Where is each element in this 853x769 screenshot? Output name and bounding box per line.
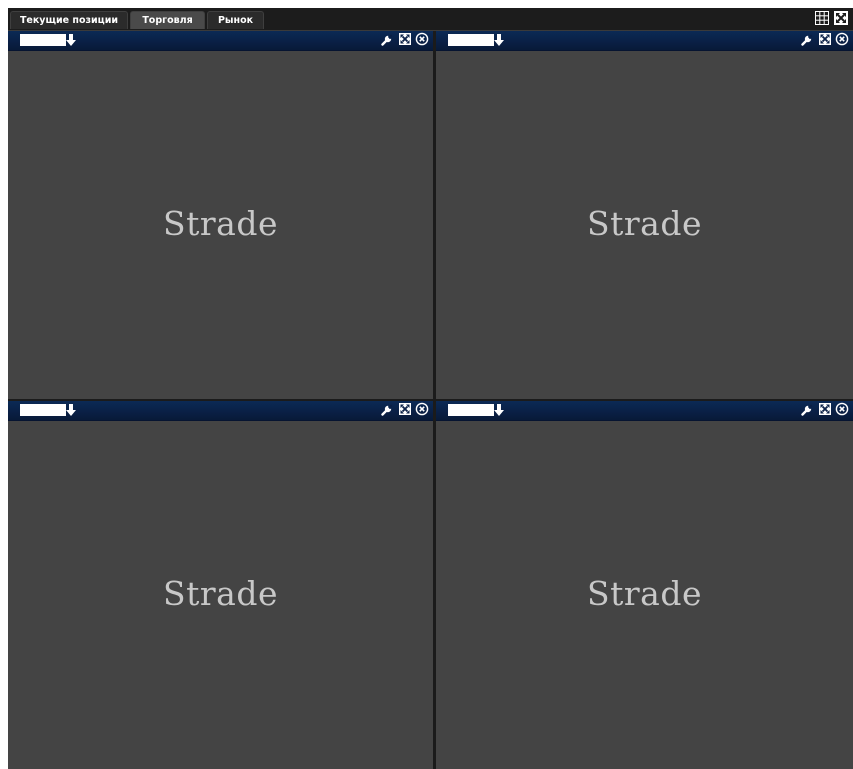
expand-icon[interactable]: [818, 402, 832, 416]
symbol-input[interactable]: [20, 34, 66, 46]
down-arrow-icon[interactable]: [65, 403, 77, 417]
panel-titlebar: [8, 31, 433, 51]
down-arrow-icon[interactable]: [65, 33, 77, 47]
tab-current-positions[interactable]: Текущие позиции: [10, 11, 128, 29]
expand-icon[interactable]: [398, 402, 412, 416]
wrench-icon[interactable]: [381, 402, 395, 416]
tab-market[interactable]: Рынок: [207, 11, 264, 29]
layout-controls: [814, 10, 849, 26]
tab-trading[interactable]: Торговля: [130, 11, 205, 29]
watermark-text: Strade: [163, 204, 278, 243]
fullscreen-icon[interactable]: [833, 10, 849, 26]
app-window: Текущие позиции Торговля Рынок Strade St…: [8, 8, 853, 769]
wrench-icon[interactable]: [801, 32, 815, 46]
panel-titlebar: [8, 401, 433, 421]
tab-bar: Текущие позиции Торговля Рынок: [8, 8, 853, 31]
panel-titlebar: [436, 31, 853, 51]
panel-buttons: [801, 402, 849, 416]
chart-panel: Strade: [8, 401, 433, 769]
watermark-text: Strade: [587, 574, 702, 613]
down-arrow-icon[interactable]: [493, 33, 505, 47]
watermark-text: Strade: [587, 204, 702, 243]
symbol-input[interactable]: [448, 34, 494, 46]
panel-buttons: [801, 32, 849, 46]
panel-buttons: [381, 402, 429, 416]
expand-icon[interactable]: [398, 32, 412, 46]
symbol-input[interactable]: [448, 404, 494, 416]
close-icon[interactable]: [835, 32, 849, 46]
close-icon[interactable]: [835, 402, 849, 416]
close-icon[interactable]: [415, 32, 429, 46]
chart-panel: Strade: [436, 401, 853, 769]
grid-layout-icon[interactable]: [814, 10, 830, 26]
expand-icon[interactable]: [818, 32, 832, 46]
watermark-text: Strade: [163, 574, 278, 613]
close-icon[interactable]: [415, 402, 429, 416]
wrench-icon[interactable]: [801, 402, 815, 416]
down-arrow-icon[interactable]: [493, 403, 505, 417]
panel-titlebar: [436, 401, 853, 421]
wrench-icon[interactable]: [381, 32, 395, 46]
symbol-input[interactable]: [20, 404, 66, 416]
chart-panel: Strade: [8, 31, 433, 399]
chart-panel: Strade: [436, 31, 853, 399]
panel-buttons: [381, 32, 429, 46]
